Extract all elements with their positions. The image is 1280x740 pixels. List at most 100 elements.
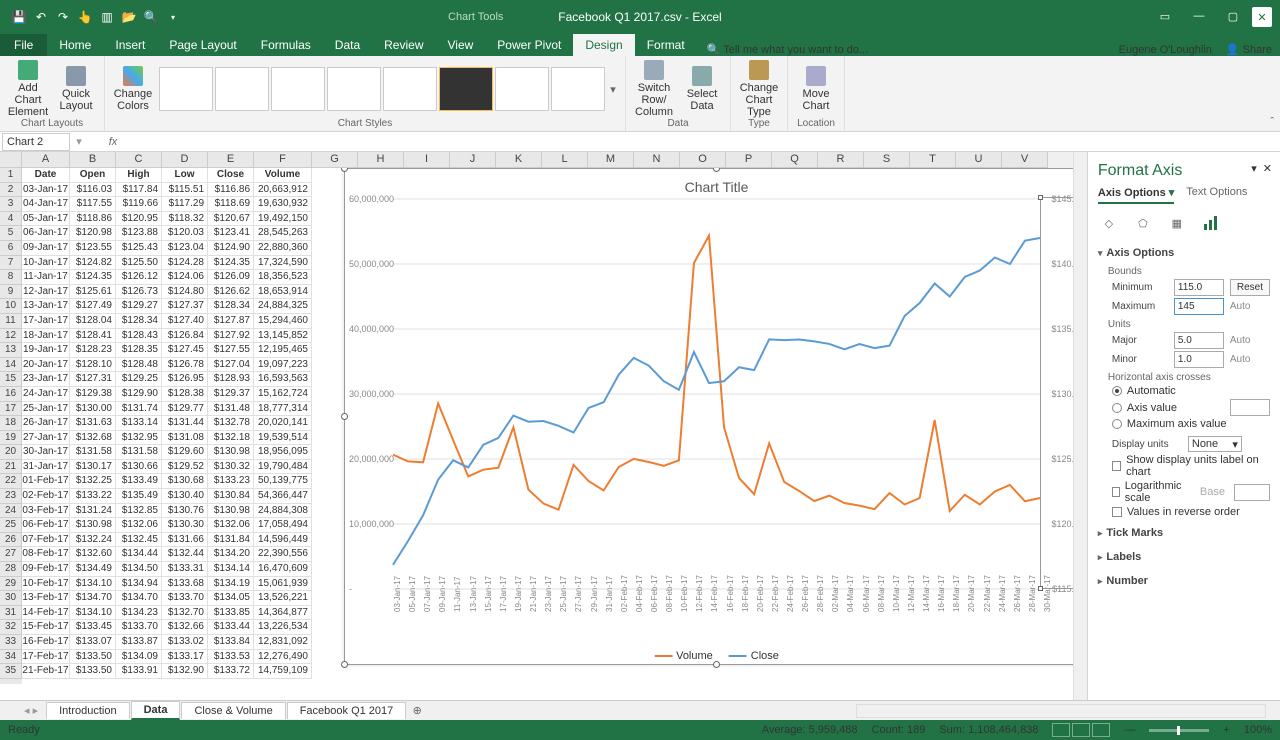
col-header[interactable]: P <box>726 152 772 168</box>
zoom-in-icon[interactable]: + <box>1223 724 1229 736</box>
col-header[interactable]: D <box>162 152 208 168</box>
pane-close-icon[interactable]: ✕ <box>1263 162 1272 175</box>
new-icon[interactable]: ▥ <box>96 6 118 28</box>
col-header[interactable]: R <box>818 152 864 168</box>
name-box-dropdown-icon[interactable]: ▾ <box>72 135 86 148</box>
style-thumb[interactable] <box>159 67 213 111</box>
col-header[interactable]: T <box>910 152 956 168</box>
tick-marks-section[interactable]: Tick Marks <box>1098 524 1270 542</box>
minor-input[interactable] <box>1174 351 1224 368</box>
zoom-out-icon[interactable]: — <box>1124 724 1135 736</box>
radio-automatic[interactable]: Automatic <box>1112 385 1270 397</box>
style-thumb[interactable] <box>495 67 549 111</box>
major-input[interactable] <box>1174 332 1224 349</box>
change-colors-button[interactable]: Change Colors <box>111 60 155 118</box>
col-header[interactable]: O <box>680 152 726 168</box>
tab-formulas[interactable]: Formulas <box>249 34 323 56</box>
touch-icon[interactable]: 👆 <box>74 6 96 28</box>
view-buttons[interactable] <box>1052 723 1110 737</box>
chart-title[interactable]: Chart Title <box>345 179 1073 195</box>
effects-icon[interactable]: ⬠ <box>1132 212 1154 234</box>
number-section[interactable]: Number <box>1098 572 1270 590</box>
col-header[interactable]: N <box>634 152 680 168</box>
reset-min-button[interactable]: Reset <box>1230 279 1270 296</box>
col-header[interactable]: S <box>864 152 910 168</box>
sheet-tab-data[interactable]: Data <box>131 701 181 720</box>
tab-view[interactable]: View <box>436 34 486 56</box>
col-header[interactable]: L <box>542 152 588 168</box>
close-icon[interactable]: ✕ <box>1252 7 1272 27</box>
collapse-ribbon-icon[interactable]: ˆ <box>1270 116 1274 128</box>
tab-power-pivot[interactable]: Power Pivot <box>485 34 573 56</box>
add-chart-element-button[interactable]: Add Chart Element <box>6 60 50 118</box>
display-units-select[interactable]: None▾ <box>1188 436 1242 452</box>
col-header[interactable]: B <box>70 152 116 168</box>
name-box[interactable] <box>2 133 70 151</box>
col-header[interactable]: J <box>450 152 496 168</box>
plot-area[interactable] <box>393 199 1040 589</box>
tab-format[interactable]: Format <box>635 34 697 56</box>
zoom-level[interactable]: 100% <box>1244 724 1272 736</box>
select-all-corner[interactable] <box>0 152 22 168</box>
col-header[interactable]: I <box>404 152 450 168</box>
switch-row-col-button[interactable]: Switch Row/ Column <box>632 60 676 118</box>
move-chart-button[interactable]: Move Chart <box>794 60 838 118</box>
quick-layout-button[interactable]: Quick Layout <box>54 60 98 118</box>
sheet-tab-facebook[interactable]: Facebook Q1 2017 <box>287 702 407 719</box>
minimize-icon[interactable]: — <box>1184 7 1214 25</box>
size-icon[interactable]: ▦ <box>1166 212 1188 234</box>
chart-styles-gallery[interactable]: ▾ <box>159 67 619 111</box>
chart-legend[interactable]: Volume Close <box>654 650 779 662</box>
tab-design[interactable]: Design <box>573 34 634 56</box>
style-thumb-selected[interactable] <box>439 67 493 111</box>
select-data-button[interactable]: Select Data <box>680 60 724 118</box>
axis-options-section[interactable]: Axis Options <box>1098 244 1270 262</box>
col-header[interactable]: V <box>1002 152 1048 168</box>
save-icon[interactable]: 💾 <box>8 6 30 28</box>
change-chart-type-button[interactable]: Change Chart Type <box>737 60 781 118</box>
col-header[interactable]: U <box>956 152 1002 168</box>
text-options-tab[interactable]: Text Options <box>1186 186 1247 204</box>
tab-page-layout[interactable]: Page Layout <box>157 34 248 56</box>
ribbon-options-icon[interactable]: ▭ <box>1150 7 1180 25</box>
sheet-tab-close-volume[interactable]: Close & Volume <box>181 702 285 719</box>
qat-more-icon[interactable]: ▾ <box>162 6 184 28</box>
tab-review[interactable]: Review <box>372 34 435 56</box>
col-header[interactable]: F <box>254 152 312 168</box>
col-header[interactable]: Q <box>772 152 818 168</box>
style-thumb[interactable] <box>383 67 437 111</box>
vertical-scrollbar[interactable] <box>1073 152 1087 700</box>
preview-icon[interactable]: 🔍 <box>140 6 162 28</box>
chart-object[interactable]: Chart Title -10,000,00020,000,00030,000,… <box>344 168 1073 665</box>
style-thumb[interactable] <box>271 67 325 111</box>
col-header[interactable]: A <box>22 152 70 168</box>
secondary-axis-selected[interactable] <box>1040 197 1073 589</box>
min-input[interactable] <box>1174 279 1224 296</box>
style-thumb[interactable] <box>215 67 269 111</box>
col-header[interactable]: H <box>358 152 404 168</box>
user-name[interactable]: Eugene O'Loughlin <box>1119 44 1212 56</box>
share-button[interactable]: 👤 Share <box>1226 43 1272 56</box>
col-header[interactable]: M <box>588 152 634 168</box>
max-input[interactable] <box>1174 298 1224 315</box>
open-icon[interactable]: 📂 <box>118 6 140 28</box>
tab-insert[interactable]: Insert <box>103 34 157 56</box>
tab-home[interactable]: Home <box>47 34 103 56</box>
horizontal-scrollbar[interactable] <box>856 704 1266 718</box>
labels-section[interactable]: Labels <box>1098 548 1270 566</box>
tell-me-input[interactable]: 🔍 Tell me what you want to do... <box>707 43 868 56</box>
col-header[interactable]: C <box>116 152 162 168</box>
style-thumb[interactable] <box>327 67 381 111</box>
col-header[interactable]: G <box>312 152 358 168</box>
formula-input[interactable] <box>122 133 1280 151</box>
zoom-slider[interactable] <box>1149 729 1209 732</box>
axis-options-tab[interactable]: Axis Options ▾ <box>1098 186 1174 204</box>
redo-icon[interactable]: ↷ <box>52 6 74 28</box>
add-sheet-button[interactable]: ⊕ <box>407 704 427 717</box>
log-scale-check[interactable]: Logarithmic scaleBase <box>1112 480 1270 504</box>
col-header[interactable]: K <box>496 152 542 168</box>
sheet-tab-introduction[interactable]: Introduction <box>46 702 129 719</box>
undo-icon[interactable]: ↶ <box>30 6 52 28</box>
fx-icon[interactable]: fx <box>104 136 122 148</box>
axis-icon[interactable] <box>1200 212 1222 234</box>
